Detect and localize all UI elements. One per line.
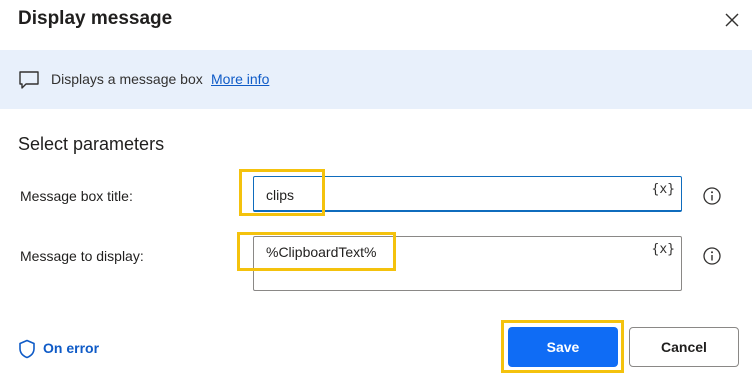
info-circle-icon[interactable] [703,247,721,265]
message-icon [19,71,39,89]
message-box-title-label: Message box title: [20,188,133,204]
variable-button[interactable]: {x} [652,182,675,197]
message-to-display-value: %ClipboardText% [266,244,377,260]
dialog-title: Display message [18,8,173,29]
info-circle-icon[interactable] [703,187,721,205]
more-info-link[interactable]: More info [211,71,269,87]
info-bar: Displays a message box More info [0,50,752,109]
variable-button[interactable]: {x} [652,242,675,257]
on-error-link[interactable]: On error [18,338,118,359]
display-message-dialog: Display message Displays a message box M… [0,0,752,374]
save-button[interactable]: Save [508,327,618,367]
message-to-display-label: Message to display: [20,248,144,264]
message-box-title-input[interactable]: clips {x} [253,176,682,212]
shield-icon [19,339,35,359]
section-title: Select parameters [18,134,165,154]
message-box-title-value: clips [266,187,295,203]
cancel-button[interactable]: Cancel [629,327,739,367]
on-error-label: On error [43,340,100,356]
close-icon[interactable] [722,10,742,30]
info-description: Displays a message box [51,71,203,87]
message-to-display-input[interactable]: %ClipboardText% {x} [253,236,682,291]
